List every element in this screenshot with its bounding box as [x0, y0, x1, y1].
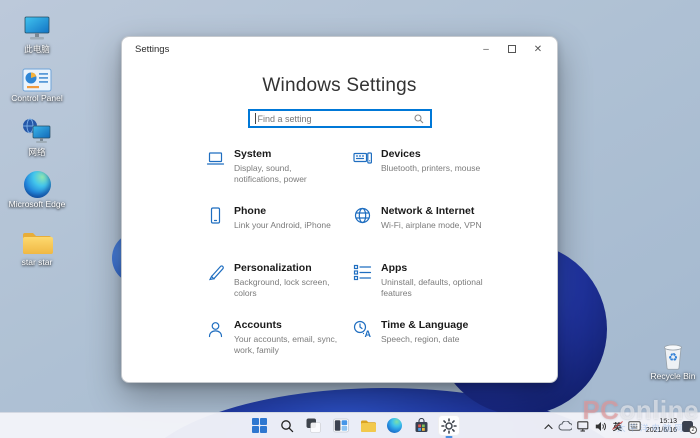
page-title: Windows Settings [122, 75, 557, 97]
widgets-button[interactable] [330, 415, 352, 436]
notification-center-button[interactable]: 2 [682, 420, 696, 433]
taskbar-center [249, 415, 460, 436]
category-subtitle: Wi-Fi, airplane mode, VPN [381, 220, 482, 231]
hidden-icons-chevron[interactable] [544, 423, 553, 430]
ime-language-icon[interactable]: 英 [612, 420, 623, 433]
desktop-icon-microsoft-edge[interactable]: Microsoft Edge [8, 166, 66, 210]
taskbar-edge-button[interactable] [384, 415, 406, 436]
onedrive-cloud-icon[interactable] [558, 421, 572, 431]
svg-text:A: A [365, 329, 372, 339]
desktop-icon-network[interactable]: 网络 [8, 114, 66, 158]
start-button[interactable] [249, 415, 271, 436]
category-title: Personalization [234, 262, 338, 275]
category-subtitle: Uninstall, defaults, optional features [381, 277, 485, 299]
widgets-icon [333, 418, 349, 433]
settings-gear-icon [441, 418, 457, 434]
maximize-button[interactable] [499, 38, 525, 60]
control-panel-icon [22, 60, 52, 92]
maximize-icon [508, 45, 516, 53]
desktop: 此电脑 Control Panel [0, 0, 700, 438]
taskbar-clock[interactable]: 15:13 2021/6/16 [646, 417, 677, 435]
folder-icon [21, 224, 53, 256]
desktop-icon-folder[interactable]: star star [8, 224, 66, 268]
task-view-icon [306, 418, 321, 433]
task-view-button[interactable] [303, 415, 325, 436]
system-tray: 英 15:13 2021/6/16 2 [544, 413, 696, 438]
taskbar: 英 15:13 2021/6/16 2 [0, 412, 700, 438]
category-subtitle: Display, sound, notifications, power [234, 163, 338, 185]
category-phone[interactable]: Phone Link your Android, iPhone [206, 205, 353, 262]
globe-icon [353, 206, 372, 225]
category-title: Devices [381, 148, 480, 161]
category-devices[interactable]: Devices Bluetooth, printers, mouse [353, 148, 533, 205]
category-network-internet[interactable]: Network & Internet Wi-Fi, airplane mode,… [353, 205, 533, 262]
category-title: System [234, 148, 338, 161]
category-title: Apps [381, 262, 485, 275]
category-subtitle: Speech, region, date [381, 334, 468, 345]
category-title: Time & Language [381, 319, 468, 332]
network-icon [22, 114, 52, 146]
edge-icon [24, 166, 51, 198]
category-time-language[interactable]: A Time & Language Speech, region, date [353, 319, 533, 376]
volume-icon[interactable] [595, 421, 607, 432]
edge-icon [387, 418, 402, 433]
desktop-icon-recycle-bin[interactable]: ♻ Recycle Bin [644, 338, 700, 382]
desktop-icon-label: star star [22, 258, 53, 268]
category-title: Phone [234, 205, 331, 218]
clock-time: 15:13 [646, 417, 677, 426]
desktop-icon-label: 此电脑 [24, 45, 50, 55]
file-explorer-button[interactable] [357, 415, 379, 436]
desktop-icon-control-panel[interactable]: Control Panel [8, 60, 66, 104]
search-input[interactable]: Find a setting [248, 109, 432, 128]
devices-icon [353, 149, 372, 168]
category-subtitle: Your accounts, email, sync, work, family [234, 334, 338, 356]
close-button[interactable]: ✕ [525, 38, 551, 60]
svg-text:♻: ♻ [668, 352, 678, 364]
desktop-icon-this-pc[interactable]: 此电脑 [8, 11, 66, 55]
laptop-icon [206, 149, 225, 168]
settings-category-grid: System Display, sound, notifications, po… [206, 148, 557, 376]
this-pc-icon [22, 11, 52, 43]
desktop-icon-label: Microsoft Edge [9, 200, 66, 210]
phone-icon [206, 206, 225, 225]
window-title: Settings [122, 44, 169, 55]
desktop-icon-label: Control Panel [11, 94, 63, 104]
file-explorer-icon [360, 419, 376, 433]
person-icon [206, 320, 225, 339]
clock-date: 2021/6/16 [646, 426, 677, 435]
category-apps[interactable]: Apps Uninstall, defaults, optional featu… [353, 262, 533, 319]
windows-logo-icon [252, 418, 267, 433]
category-accounts[interactable]: Accounts Your accounts, email, sync, wor… [206, 319, 353, 376]
minimize-button[interactable]: – [473, 38, 499, 60]
category-subtitle: Link your Android, iPhone [234, 220, 331, 231]
brush-icon [206, 263, 225, 282]
category-subtitle: Bluetooth, printers, mouse [381, 163, 480, 174]
window-titlebar[interactable]: Settings – ✕ [122, 37, 557, 61]
search-icon[interactable] [414, 114, 424, 124]
category-personalization[interactable]: Personalization Background, lock screen,… [206, 262, 353, 319]
category-title: Accounts [234, 319, 338, 332]
search-placeholder: Find a setting [256, 114, 414, 124]
microsoft-store-icon [414, 418, 429, 433]
time-language-icon: A [353, 320, 372, 339]
network-tray-icon[interactable] [577, 421, 590, 432]
category-subtitle: Background, lock screen, colors [234, 277, 338, 299]
taskbar-search-button[interactable] [276, 415, 298, 436]
desktop-icon-label: Recycle Bin [651, 372, 696, 382]
microsoft-store-button[interactable] [411, 415, 433, 436]
window-caption-buttons: – ✕ [473, 37, 551, 61]
touch-keyboard-icon[interactable] [628, 421, 641, 431]
search-icon [280, 419, 294, 433]
desktop-icon-label: 网络 [28, 148, 45, 158]
settings-window: Settings – ✕ Windows Settings Find a set… [121, 36, 558, 383]
apps-list-icon [353, 263, 372, 282]
recycle-bin-icon: ♻ [662, 338, 684, 370]
taskbar-settings-button[interactable] [438, 415, 460, 436]
notification-count-badge: 2 [689, 426, 697, 434]
category-system[interactable]: System Display, sound, notifications, po… [206, 148, 353, 205]
category-title: Network & Internet [381, 205, 482, 218]
